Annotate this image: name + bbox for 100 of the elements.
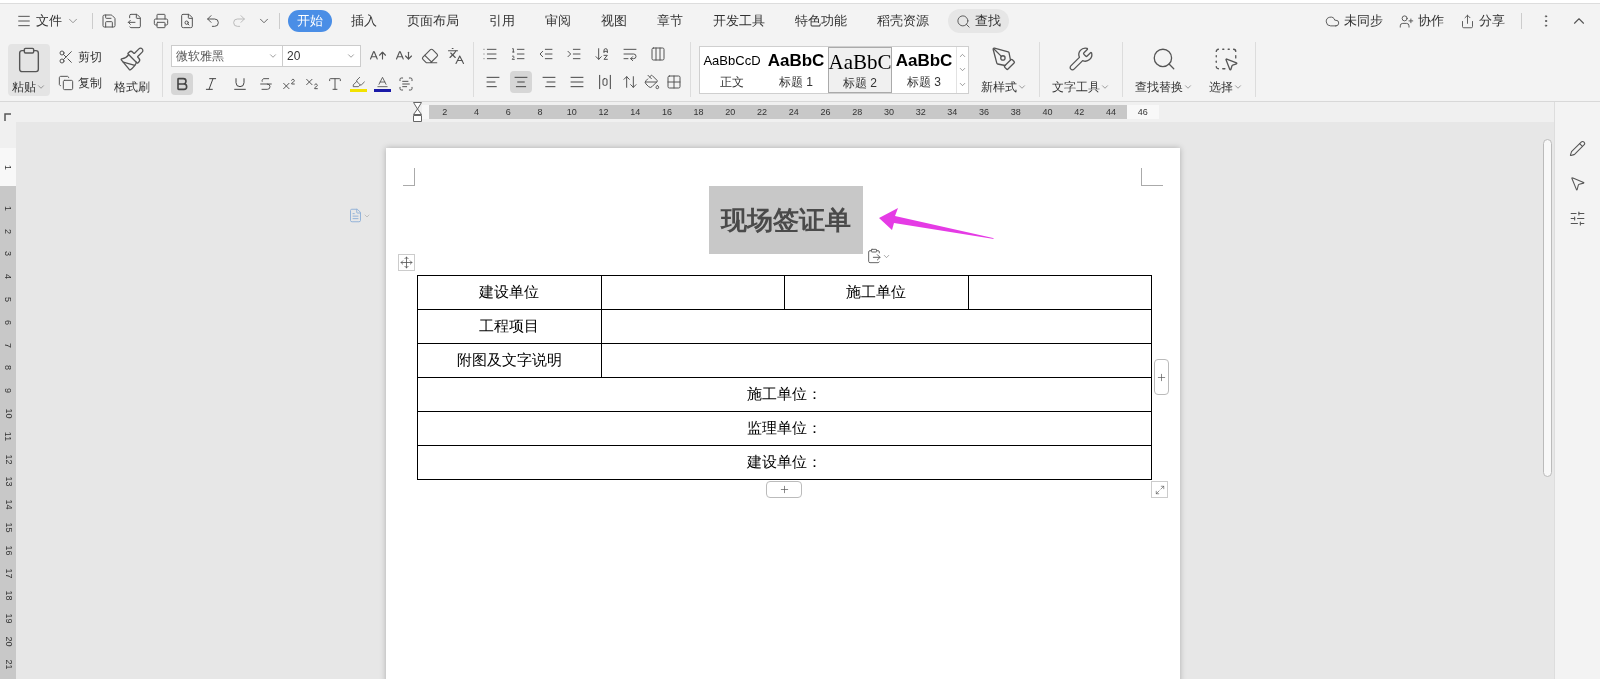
table-cell: 附图及文字说明 — [417, 343, 601, 378]
ribbon-tab[interactable]: 页面布局 — [396, 10, 470, 32]
ruler-number: 12 — [598, 107, 609, 117]
ruler-number: 1 — [3, 164, 13, 170]
indent-icon[interactable] — [566, 46, 582, 62]
table-cell: 建设单位： — [417, 445, 1152, 480]
document-title: 现场签证单 — [709, 186, 863, 254]
bold-button[interactable] — [171, 72, 193, 95]
text-effect-icon[interactable] — [327, 75, 343, 92]
print-preview-icon[interactable] — [179, 13, 195, 29]
ribbon-tab[interactable]: 开发工具 — [702, 10, 776, 32]
add-row-button[interactable] — [766, 481, 802, 498]
bullet-list-icon[interactable] — [482, 46, 498, 62]
ruler-number: 16 — [661, 107, 672, 117]
horizontal-ruler[interactable]: 2 4 6 8 10 12 14 16 18 20 22 24 26 28 30 32 34 36 38 40 42 44 46 — [422, 105, 1159, 119]
align-center-button[interactable] — [510, 71, 532, 93]
cut-button[interactable]: 剪切 — [58, 47, 102, 66]
ruler-number: 22 — [757, 107, 768, 117]
ruler-number: 44 — [1105, 107, 1116, 117]
style-option[interactable]: AaBbCcD 正文 — [700, 46, 764, 93]
save-icon[interactable] — [101, 13, 117, 29]
scrollbar-thumb[interactable] — [1542, 139, 1552, 477]
style-option[interactable]: AaBbC 标题 3 — [892, 46, 956, 93]
undo-icon[interactable] — [205, 13, 221, 29]
ruler-number: 15 — [3, 522, 13, 533]
share-button[interactable]: 分享 — [1460, 11, 1505, 31]
find-replace-button[interactable]: 查找替换 — [1131, 43, 1197, 96]
ribbon-tab[interactable]: 特色功能 — [784, 10, 858, 32]
move-icon — [400, 256, 413, 269]
pen-icon — [991, 45, 1017, 72]
search-button[interactable]: 查找 — [948, 9, 1009, 33]
paste-button[interactable]: 粘贴 — [8, 43, 50, 96]
paste-options-button[interactable] — [866, 248, 891, 264]
ruler-number: 10 — [566, 107, 577, 117]
numbered-list-icon[interactable] — [510, 46, 526, 62]
ruler-number: 4 — [3, 274, 13, 280]
distribute-icon — [597, 74, 613, 90]
strikethrough-icon[interactable] — [258, 75, 274, 92]
text-tools-button[interactable]: 文字工具 — [1048, 43, 1114, 96]
pen-icon[interactable] — [1569, 140, 1586, 157]
collaborate-button[interactable]: 协作 — [1399, 11, 1444, 31]
ribbon-tab[interactable]: 审阅 — [534, 10, 582, 32]
table-cell: 监理单位： — [417, 411, 1152, 446]
sync-button[interactable]: 未同步 — [1325, 11, 1383, 31]
line-spacing-icon[interactable] — [622, 74, 638, 90]
clipboard-icon — [866, 248, 882, 264]
resize-handle[interactable] — [1151, 481, 1168, 498]
cursor-icon[interactable] — [1569, 175, 1586, 192]
margin-mark — [403, 168, 415, 186]
bold-icon — [174, 75, 190, 92]
underline-icon — [232, 75, 248, 92]
character-border-icon[interactable] — [398, 75, 414, 92]
export-icon[interactable] — [127, 13, 143, 29]
table-cell: 施工单位： — [417, 377, 1152, 412]
ribbon-tab[interactable]: 引用 — [478, 10, 526, 32]
new-style-button[interactable]: 新样式 — [977, 43, 1031, 96]
outdent-icon[interactable] — [538, 46, 554, 62]
highlighter-icon[interactable] — [350, 75, 367, 92]
format-painter-button[interactable]: 格式刷 — [110, 43, 154, 96]
tab-selector-icon[interactable] — [4, 113, 12, 121]
share-icon — [1460, 13, 1475, 29]
pinyin-icon[interactable] — [447, 46, 465, 65]
shading-icon[interactable] — [644, 74, 660, 90]
ruler-number: 1 — [3, 205, 13, 211]
italic-icon — [203, 75, 219, 92]
file-menu[interactable]: 文件 — [12, 11, 84, 31]
font-size-field[interactable]: 20 — [283, 44, 361, 67]
clear-format-icon[interactable] — [421, 46, 439, 65]
ruler-number: 19 — [3, 613, 13, 624]
table-cell: 施工单位 — [784, 275, 968, 310]
font-color-icon[interactable] — [374, 75, 391, 92]
tab-stop-icon[interactable] — [650, 46, 666, 62]
ruler-number: 7 — [3, 342, 13, 348]
ribbon-tab[interactable]: 插入 — [340, 10, 388, 32]
print-icon[interactable] — [153, 13, 169, 29]
sort-icon[interactable] — [594, 46, 610, 62]
left-indent-marker[interactable] — [413, 102, 422, 122]
select-button[interactable]: 选择 — [1205, 43, 1247, 96]
ruler-number: 21 — [3, 659, 13, 670]
scissors-icon — [58, 48, 74, 65]
add-column-button[interactable] — [1154, 359, 1169, 395]
style-option[interactable]: AaBbC 标题 2 — [828, 46, 892, 93]
ruler-number: 34 — [947, 107, 958, 117]
settings-icon[interactable] — [1569, 210, 1586, 227]
ribbon-tab[interactable]: 视图 — [590, 10, 638, 32]
style-option[interactable]: AaBbC 标题 1 — [764, 46, 828, 93]
copy-button[interactable]: 复制 — [58, 73, 102, 92]
line-break-icon[interactable] — [622, 46, 638, 62]
ruler-number: 4 — [474, 107, 480, 117]
ribbon-tab[interactable]: 章节 — [646, 10, 694, 32]
plus-icon — [778, 484, 790, 495]
font-name-field[interactable]: 微软雅黑 — [171, 44, 283, 67]
borders-icon[interactable] — [666, 74, 682, 90]
ribbon-tab[interactable]: 稻壳资源 — [866, 10, 940, 32]
ruler-number: 5 — [3, 297, 13, 303]
ruler-number: 11 — [3, 431, 13, 442]
ruler-number: 28 — [852, 107, 863, 117]
table-move-handle[interactable] — [398, 254, 415, 271]
ruler-number: 38 — [1010, 107, 1021, 117]
ruler-number: 6 — [505, 107, 511, 117]
